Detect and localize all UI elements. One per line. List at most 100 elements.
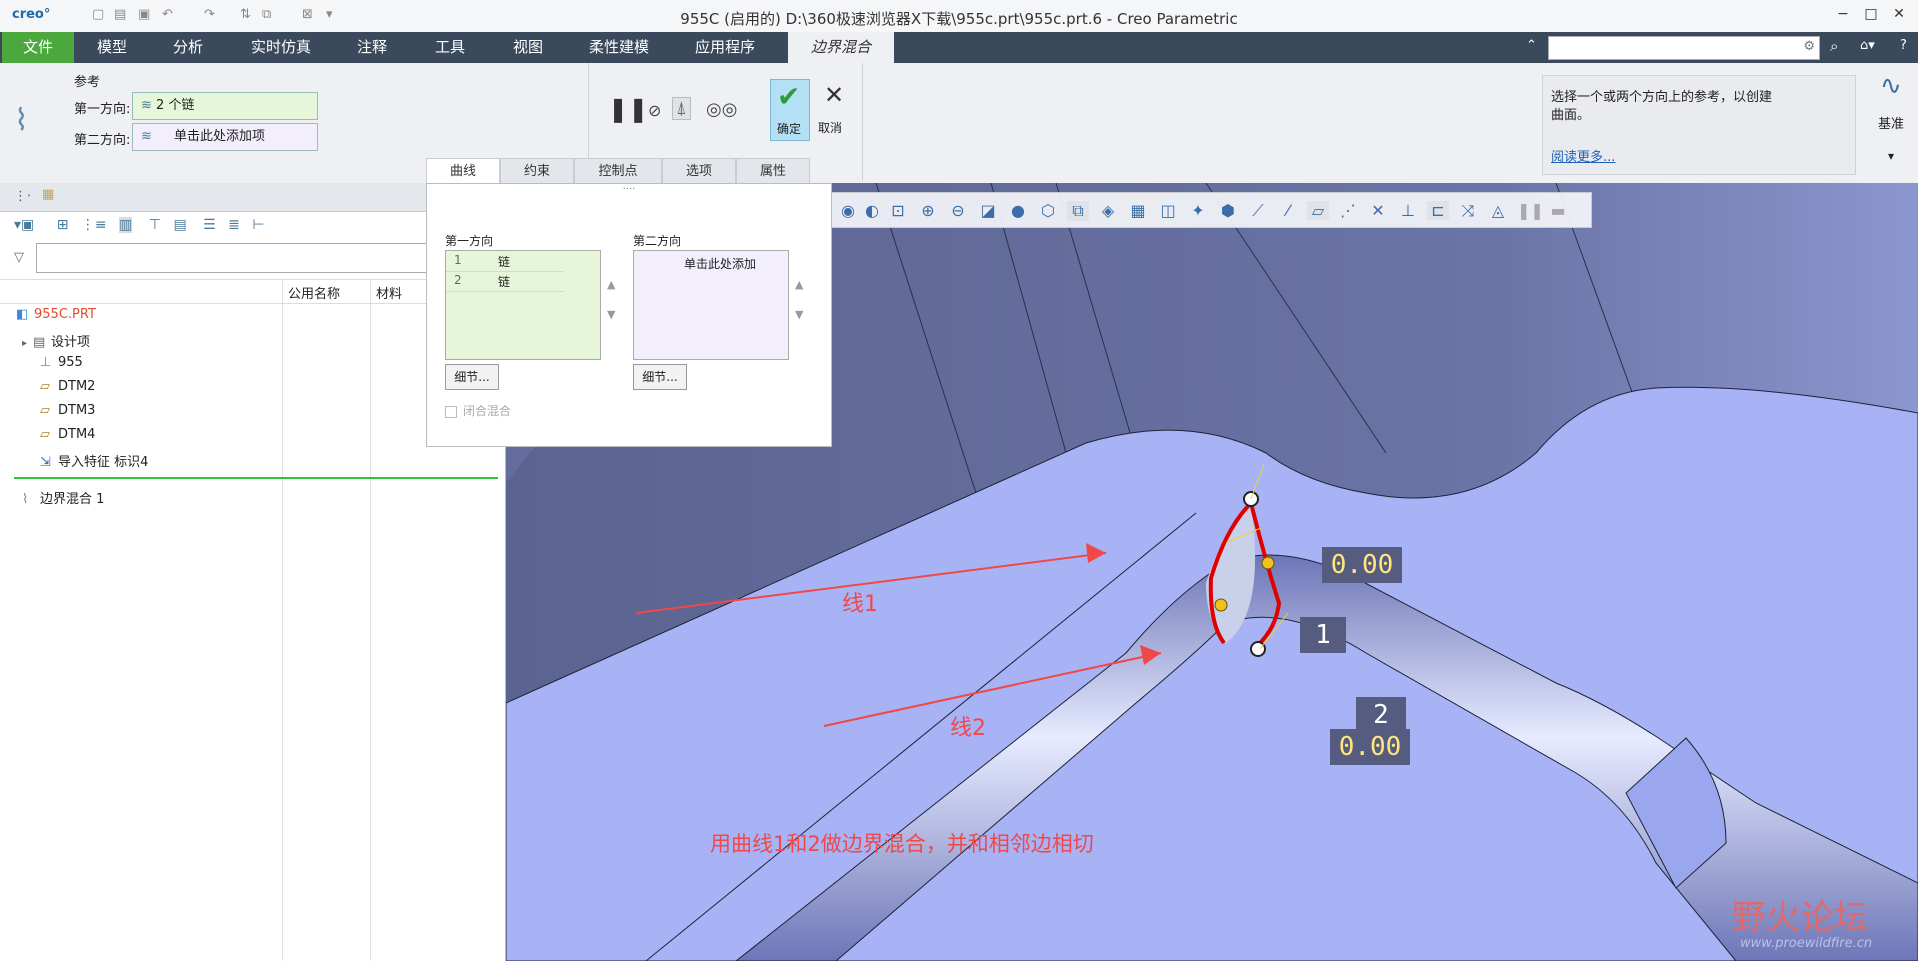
view-manager-icon[interactable]: ⧉ bbox=[1067, 201, 1089, 221]
search-settings-icon[interactable]: ⚙ bbox=[1803, 39, 1815, 54]
last-view-icon[interactable]: ▬ bbox=[1547, 201, 1569, 220]
plane-display-icon[interactable]: ⟋ bbox=[1247, 201, 1269, 221]
zoom-out-icon[interactable]: ⊖ bbox=[947, 201, 969, 220]
spin-center-toggle-icon[interactable]: ⤨ bbox=[1457, 201, 1479, 221]
spin-center-icon[interactable]: ✦ bbox=[1187, 201, 1209, 220]
axis-display-icon[interactable]: ⁄ bbox=[1277, 201, 1299, 220]
cancel-button[interactable]: ✕ 取消 bbox=[816, 79, 852, 139]
zoom-in-icon[interactable]: ⊕ bbox=[917, 201, 939, 220]
tree-item-import-feature[interactable]: ⇲ 导入特征 标识4 bbox=[40, 451, 148, 470]
help-icon[interactable]: ? bbox=[1900, 38, 1907, 53]
show-icon[interactable]: ▾▣ bbox=[14, 217, 34, 233]
point-tag-icon[interactable]: ✕ bbox=[1367, 201, 1389, 220]
move-down-icon[interactable]: ▼ bbox=[607, 308, 615, 321]
read-more-link[interactable]: 阅读更多... bbox=[1551, 146, 1615, 165]
second-direction-list[interactable]: 单击此处添加 bbox=[633, 250, 789, 360]
expand-all-icon[interactable]: ⊤ bbox=[149, 217, 161, 233]
column-common-name[interactable]: 公用名称 bbox=[288, 283, 340, 302]
repaint-icon[interactable]: ◪ bbox=[977, 201, 999, 220]
move-down-icon[interactable]: ▼ bbox=[795, 308, 803, 321]
dimension-bottom[interactable]: 0.00 bbox=[1330, 729, 1410, 765]
maximize-button[interactable]: □ bbox=[1860, 6, 1882, 22]
details-button-1[interactable]: 细节... bbox=[445, 364, 499, 390]
model-tree-tab-icon[interactable]: ⋮⋅ bbox=[14, 189, 31, 204]
tab-realtime-sim[interactable]: 实时仿真 bbox=[236, 32, 326, 63]
layers-icon[interactable]: ▤ bbox=[173, 217, 186, 233]
attached-preview-icon[interactable]: ⍋ bbox=[672, 97, 691, 120]
section-icon[interactable]: ▦ bbox=[1127, 201, 1149, 220]
tree-item-design-items[interactable]: ▸ ▤ 设计项 bbox=[22, 331, 90, 350]
tree-item-boundary-blend[interactable]: ⌇ 边界混合 1 bbox=[22, 488, 104, 507]
perspective-icon[interactable]: ◈ bbox=[1097, 201, 1119, 220]
closed-blend-checkbox[interactable]: 闭合混合 bbox=[445, 402, 511, 419]
display-style-icon[interactable]: ◉ bbox=[837, 201, 859, 220]
tree-item-dtm3[interactable]: ▱ DTM3 bbox=[40, 403, 95, 418]
no-preview-icon[interactable]: ⊘ bbox=[648, 101, 661, 120]
tab-view[interactable]: 视图 bbox=[496, 32, 560, 63]
datum-dropdown-icon[interactable]: ▾ bbox=[1888, 149, 1894, 163]
annotation-display-icon[interactable]: ⬢ bbox=[1217, 201, 1239, 220]
tab-file[interactable]: 文件 bbox=[2, 32, 74, 63]
tab-model[interactable]: 模型 bbox=[80, 32, 144, 63]
first-direction-list[interactable]: 1 链 2 链 bbox=[445, 250, 601, 360]
tab-flexible-modeling[interactable]: 柔性建模 bbox=[576, 32, 662, 63]
details-button-2[interactable]: 细节... bbox=[633, 364, 687, 390]
csys-display-icon[interactable]: ⊥ bbox=[1397, 201, 1419, 220]
stack-icon[interactable]: ≣ bbox=[228, 217, 240, 233]
shading-icon[interactable]: ● bbox=[1007, 201, 1029, 220]
plane-tag-icon[interactable]: ▱ bbox=[1307, 201, 1329, 220]
datum-display-icon[interactable]: ◫ bbox=[1157, 201, 1179, 220]
expand-arrow-icon[interactable]: ▸ bbox=[22, 338, 27, 349]
tree-item-dtm2[interactable]: ▱ DTM2 bbox=[40, 379, 95, 394]
point-display-icon[interactable]: ⋰ bbox=[1337, 201, 1359, 220]
3d-notes-icon[interactable]: ◬ bbox=[1487, 201, 1509, 220]
tree-item-955[interactable]: ⊥ 955 bbox=[40, 355, 83, 370]
dimension-top[interactable]: 0.00 bbox=[1322, 547, 1402, 583]
pause-animation-icon[interactable]: ❚❚ bbox=[1517, 201, 1544, 220]
panel-grip[interactable]: ···· bbox=[427, 184, 831, 195]
move-up-icon[interactable]: ▲ bbox=[607, 278, 615, 291]
tab-boundary-blend[interactable]: 边界混合 bbox=[788, 32, 894, 63]
insert-indicator[interactable] bbox=[14, 477, 498, 479]
tab-tools[interactable]: 工具 bbox=[418, 32, 482, 63]
csys-tag-icon[interactable]: ⊏ bbox=[1427, 201, 1449, 220]
tab-applications[interactable]: 应用程序 bbox=[680, 32, 770, 63]
pause-icon[interactable]: ❚❚ bbox=[608, 95, 648, 123]
appearance-icon[interactable]: ◐ bbox=[861, 201, 883, 220]
tab-control-points[interactable]: 控制点 bbox=[574, 158, 662, 185]
community-icon[interactable]: ⌂▾ bbox=[1860, 38, 1875, 53]
saved-orientations-icon[interactable]: ⬡ bbox=[1037, 201, 1059, 220]
ok-button[interactable]: ✔ 确定 bbox=[770, 79, 810, 141]
tab-curves[interactable]: 曲线 bbox=[426, 158, 500, 185]
refit-icon[interactable]: ⊡ bbox=[887, 201, 909, 220]
tab-analysis[interactable]: 分析 bbox=[156, 32, 220, 63]
list-item[interactable]: 1 链 bbox=[446, 253, 564, 272]
tree-columns-icon[interactable]: ⋮≡ bbox=[81, 217, 107, 233]
tab-annotate[interactable]: 注释 bbox=[340, 32, 404, 63]
tree-settings-icon[interactable]: ▥ bbox=[119, 217, 133, 233]
tree-filter-icon[interactable]: ⊞ bbox=[57, 217, 69, 233]
tab-constraints[interactable]: 约束 bbox=[500, 158, 574, 185]
minimize-button[interactable]: − bbox=[1832, 6, 1854, 22]
list-item[interactable]: 2 链 bbox=[446, 273, 564, 292]
search-input[interactable]: ⚙ bbox=[1548, 36, 1820, 60]
datum-group[interactable]: ∿ 基准 ▾ bbox=[1870, 63, 1918, 181]
folder-browser-tab-icon[interactable]: ▦ bbox=[42, 187, 54, 202]
annotation-caption: 用曲线1和2做边界混合，并和相邻边相切 bbox=[710, 832, 1094, 856]
tree-view-icon[interactable]: ☰ bbox=[203, 217, 216, 233]
ribbon: ⌇ 参考 第一方向: ≋ 2 个链 第二方向: ≋ 单击此处添加项 ❚❚ ⊘ ⍋… bbox=[0, 63, 1918, 185]
move-up-icon[interactable]: ▲ bbox=[795, 278, 803, 291]
tree-item-part[interactable]: ◧ 955C.PRT bbox=[16, 307, 96, 322]
second-direction-collector[interactable]: ≋ 单击此处添加项 bbox=[132, 123, 318, 151]
first-direction-collector[interactable]: ≋ 2 个链 bbox=[132, 92, 318, 120]
tree-item-dtm4[interactable]: ▱ DTM4 bbox=[40, 427, 95, 442]
hierarchy-icon[interactable]: ⊢ bbox=[252, 217, 264, 233]
tab-properties[interactable]: 属性 bbox=[736, 158, 810, 185]
collapse-ribbon-icon[interactable]: ⌃ bbox=[1526, 38, 1537, 53]
verify-mode-icon[interactable]: ◎◎ bbox=[706, 99, 737, 120]
column-material[interactable]: 材料 bbox=[376, 283, 402, 302]
tab-options[interactable]: 选项 bbox=[662, 158, 736, 185]
search-icon[interactable]: ⌕ bbox=[1830, 37, 1838, 55]
coordinate-system-icon: ⊥ bbox=[40, 355, 52, 370]
close-button[interactable]: ✕ bbox=[1888, 6, 1910, 22]
